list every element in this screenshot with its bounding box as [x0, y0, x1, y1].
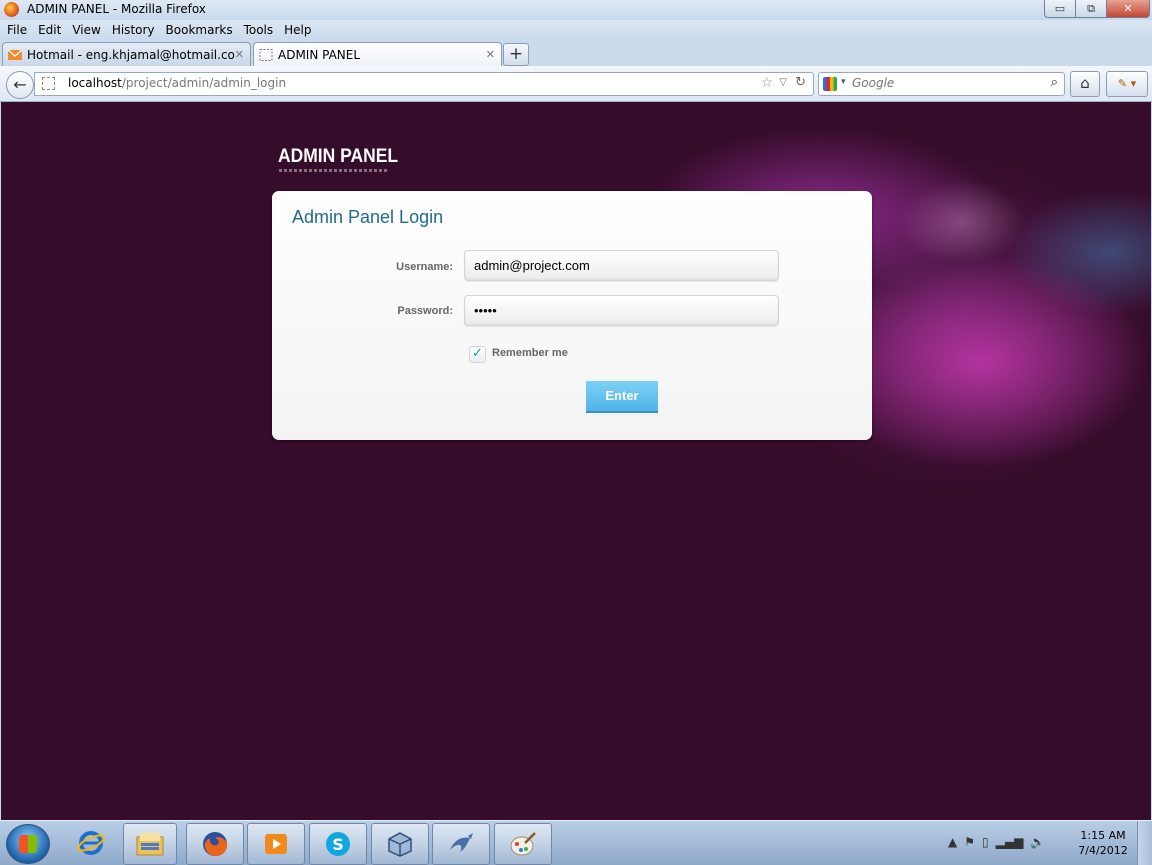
new-tab-button[interactable]: +: [503, 43, 529, 66]
menu-edit[interactable]: Edit: [38, 23, 61, 37]
battery-icon[interactable]: ▯: [982, 835, 989, 849]
title-bar: ADMIN PANEL - Mozilla Firefox ▭ ⧉ ✕: [0, 0, 1152, 20]
restore-button[interactable]: ⧉: [1075, 0, 1107, 18]
window-title: ADMIN PANEL - Mozilla Firefox: [27, 2, 206, 16]
panel-title: Admin Panel Login: [292, 207, 444, 227]
clock-time: 1:15 AM: [1080, 829, 1126, 842]
clock-date: 7/4/2012: [1078, 844, 1128, 857]
bookmark-star-icon[interactable]: ☆: [760, 75, 773, 91]
volume-icon[interactable]: 🔈: [1030, 835, 1045, 849]
firefox-icon[interactable]: [4, 2, 19, 17]
menu-bookmarks[interactable]: Bookmarks: [166, 23, 233, 37]
media-player-icon[interactable]: [247, 823, 305, 865]
site-identity-icon[interactable]: [42, 77, 55, 90]
search-icon[interactable]: ⌕: [1051, 75, 1058, 90]
network-signal-icon[interactable]: ▂▄▆: [996, 835, 1024, 849]
close-tab-icon[interactable]: ✕: [486, 48, 495, 61]
system-tray: ▲ ⚑ ▯ ▂▄▆ 🔈: [948, 827, 1068, 857]
tab-admin-panel[interactable]: ADMIN PANEL ✕: [253, 42, 502, 66]
show-hidden-icons[interactable]: ▲: [948, 835, 957, 849]
menu-bar: File Edit View History Bookmarks Tools H…: [0, 20, 1152, 40]
show-desktop-button[interactable]: [1137, 821, 1152, 865]
menu-tools[interactable]: Tools: [244, 23, 274, 37]
url-path: /project/admin/admin_login: [121, 76, 287, 90]
minimize-button[interactable]: ▭: [1044, 0, 1076, 18]
username-label: Username:: [396, 261, 453, 273]
taskbar: S ▲ ⚑ ▯ ▂▄▆ 🔈 1:15 AM 7/4/2012: [0, 820, 1152, 865]
checkmark-icon: ✓: [472, 346, 483, 361]
windows-logo-icon: [19, 835, 37, 853]
password-field[interactable]: [464, 295, 779, 326]
blank-page-icon: [259, 48, 273, 61]
remember-label[interactable]: Remember me: [492, 347, 568, 359]
admin-logo: ADMIN PANEL: [278, 146, 399, 167]
menu-view[interactable]: View: [72, 23, 100, 37]
firefox-taskbar-icon[interactable]: [186, 823, 244, 865]
close-tab-icon[interactable]: ✕: [235, 48, 244, 61]
login-panel: Admin Panel Login Username: Password: ✓ …: [272, 191, 872, 440]
paint-icon[interactable]: [494, 823, 552, 865]
tab-label: Hotmail - eng.khjamal@hotmail.com: [27, 47, 235, 62]
home-icon: ⌂: [1080, 74, 1090, 92]
history-dropdown-icon[interactable]: ▽: [779, 77, 787, 88]
username-input[interactable]: [474, 256, 764, 274]
menu-history[interactable]: History: [112, 23, 155, 37]
navigation-toolbar: ← localhost/project/admin/admin_login ☆ …: [0, 66, 1152, 102]
password-label: Password:: [397, 305, 453, 317]
google-icon[interactable]: [823, 77, 837, 91]
url-text[interactable]: localhost/project/admin/admin_login: [68, 76, 286, 90]
window-controls: ▭ ⧉ ✕: [1044, 0, 1150, 18]
svg-text:S: S: [332, 835, 344, 854]
password-input[interactable]: [474, 301, 764, 319]
search-input[interactable]: [852, 75, 1037, 91]
addon-button[interactable]: ✎ ▾: [1106, 71, 1148, 97]
mysql-icon[interactable]: [432, 823, 490, 865]
addon-icon: ✎ ▾: [1117, 77, 1137, 90]
back-arrow-icon: ←: [13, 75, 27, 94]
enter-button[interactable]: Enter: [586, 381, 658, 413]
search-bar[interactable]: ▾ ⌕: [818, 72, 1065, 96]
tab-hotmail[interactable]: Hotmail - eng.khjamal@hotmail.com ✕: [2, 42, 251, 66]
start-button[interactable]: [6, 824, 50, 864]
username-field[interactable]: [464, 250, 779, 281]
menu-file[interactable]: File: [7, 23, 27, 37]
remember-checkbox[interactable]: ✓: [469, 346, 486, 363]
clock[interactable]: 1:15 AM 7/4/2012: [1075, 828, 1131, 858]
search-engine-dropdown-icon[interactable]: ▾: [841, 77, 846, 87]
action-center-flag-icon[interactable]: ⚑: [964, 835, 975, 849]
internet-explorer-icon[interactable]: [64, 823, 118, 863]
logo-tagline: [279, 169, 387, 172]
close-window-button[interactable]: ✕: [1106, 0, 1150, 18]
virtualbox-icon[interactable]: [371, 823, 429, 865]
home-button[interactable]: ⌂: [1070, 71, 1100, 97]
tab-strip: Hotmail - eng.khjamal@hotmail.com ✕ ADMI…: [0, 40, 1152, 66]
hotmail-icon: [8, 48, 22, 60]
page-content: ADMIN PANEL Admin Panel Login Username: …: [1, 102, 1151, 820]
reload-icon[interactable]: ↻: [795, 75, 806, 90]
back-button[interactable]: ←: [6, 71, 34, 99]
address-bar[interactable]: localhost/project/admin/admin_login ☆ ▽ …: [34, 72, 814, 96]
skype-icon[interactable]: S: [309, 823, 367, 865]
menu-help[interactable]: Help: [284, 23, 311, 37]
url-host: localhost: [68, 76, 122, 90]
tab-label: ADMIN PANEL: [278, 47, 361, 62]
file-explorer-icon[interactable]: [123, 823, 177, 865]
